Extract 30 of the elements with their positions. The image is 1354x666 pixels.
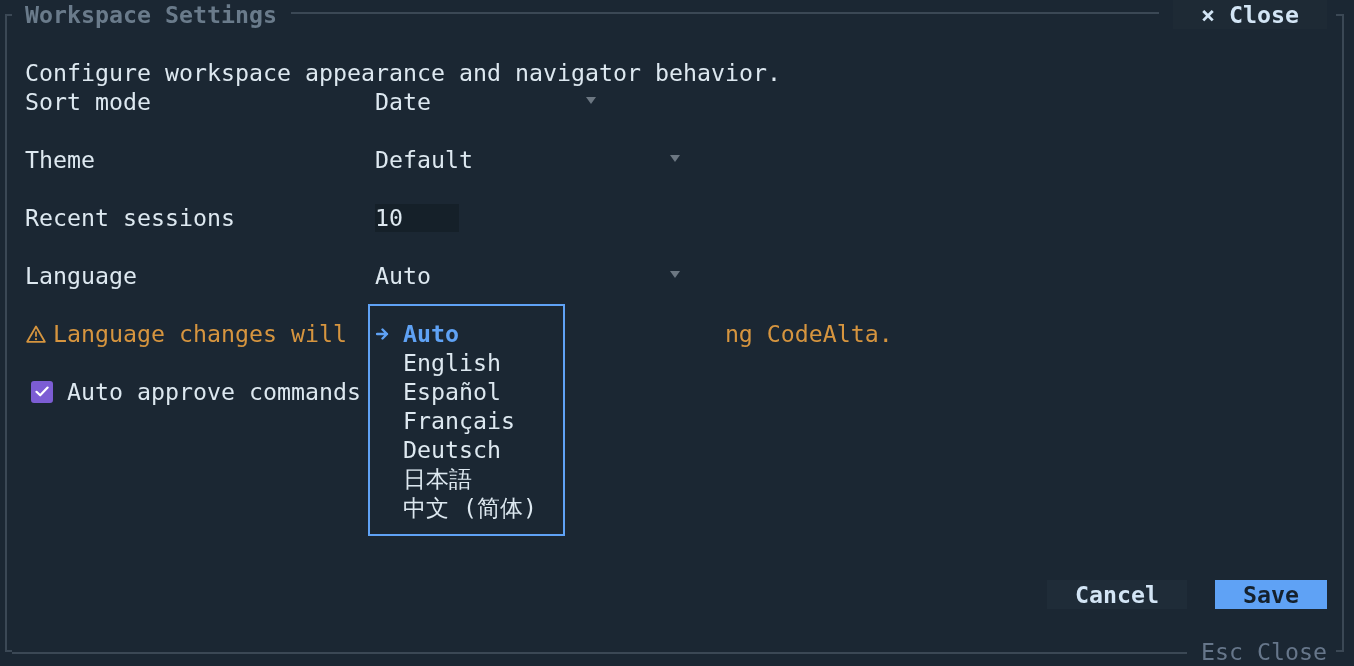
menu-option[interactable]: 日本語 — [375, 464, 472, 493]
caret-down-icon — [670, 271, 680, 278]
setting-label: Sort mode — [25, 87, 152, 116]
dropdown-select[interactable]: Date — [375, 87, 600, 116]
dialog-title: Workspace Settings — [25, 0, 277, 29]
caret-down-icon — [670, 155, 680, 162]
checkmark-icon — [35, 386, 49, 397]
warning-text: ng CodeAlta. — [724, 319, 893, 348]
cancel-button[interactable]: Cancel — [1047, 580, 1187, 609]
menu-option[interactable]: 中文 (简体) — [375, 493, 537, 522]
setting-label: Language — [25, 261, 138, 290]
arrow-right-icon — [376, 327, 389, 340]
menu-option[interactable]: Deutsch — [375, 435, 501, 464]
warning-icon — [26, 324, 46, 343]
caret-down-icon — [586, 97, 596, 104]
warning-text: Language changes will — [53, 319, 347, 348]
setting-label: Recent sessions — [25, 203, 236, 232]
description-text: Configure workspace appearance and navigator behavior. — [25, 58, 782, 87]
checkbox[interactable] — [31, 380, 53, 403]
menu-option[interactable]: Español — [375, 377, 501, 406]
menu-option[interactable]: Français — [375, 406, 515, 435]
dropdown-select[interactable]: Auto — [375, 261, 684, 290]
dropdown-select[interactable]: Default — [375, 145, 684, 174]
shortcut-hint: Esc Close — [1201, 637, 1327, 666]
checkbox-label[interactable]: Auto approve commands — [67, 377, 361, 406]
menu-option[interactable]: Auto — [375, 319, 459, 348]
number-input[interactable]: 10 — [375, 203, 459, 232]
save-button[interactable]: Save — [1215, 580, 1327, 609]
menu-option[interactable]: English — [375, 348, 501, 377]
setting-label: Theme — [25, 145, 96, 174]
